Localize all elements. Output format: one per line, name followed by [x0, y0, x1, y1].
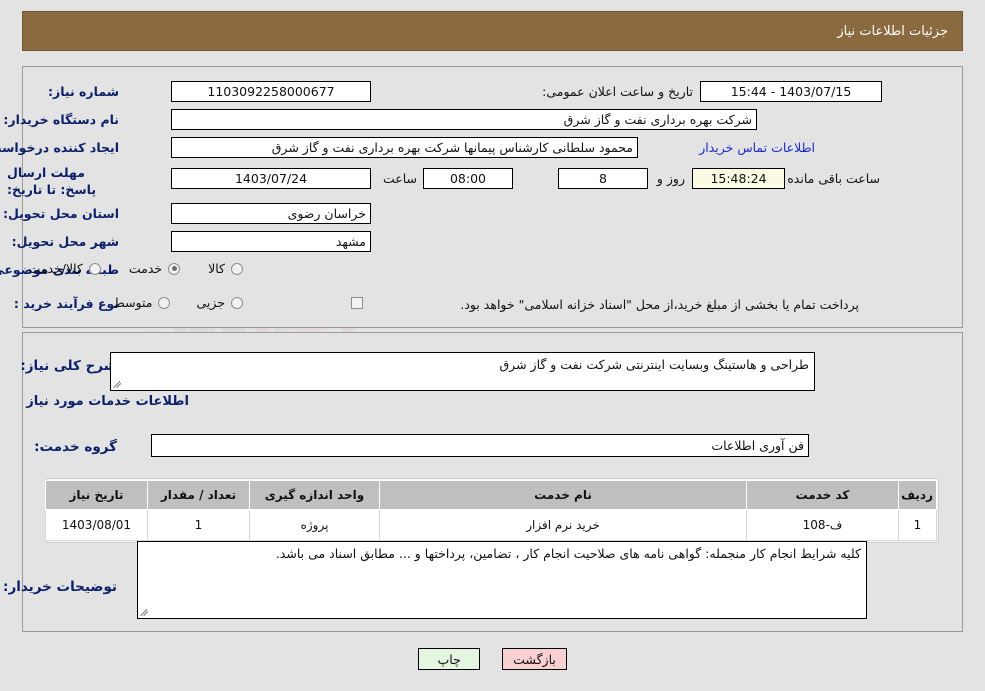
days-unit-label-row: روز و — [657, 171, 685, 186]
category-option-kala-khedmat[interactable]: کالا/خدمت — [28, 261, 101, 276]
resize-grip-icon-notes[interactable] — [140, 607, 150, 617]
radio-khedmat[interactable] — [168, 262, 181, 275]
buyer-contact-link[interactable]: اطلاعات تماس خریدار — [699, 140, 815, 155]
treasury-note-row: پرداخت تمام یا بخشی از مبلغ خرید،از محل … — [460, 297, 859, 312]
announce-datetime-label-row: تاریخ و ساعت اعلان عمومی: — [542, 84, 693, 99]
process-type-label-row: نوع فرآیند خرید : — [14, 296, 119, 313]
treasury-note: پرداخت تمام یا بخشی از مبلغ خرید،از محل … — [460, 297, 859, 312]
general-desc-textarea[interactable]: طراحی و هاستینگ وبسایت اینترنتی شرکت نفت… — [110, 352, 815, 391]
radio-kala-khedmat[interactable] — [88, 262, 101, 275]
process-type-label: نوع فرآیند خرید : — [13, 296, 119, 311]
buyer-notes-value: کلیه شرایط انجام کار منجمله: گواهی نامه … — [275, 546, 861, 561]
deadline-label: مهلت ارسال پاسخ: تا تاریخ: — [7, 165, 97, 197]
time-remaining-label: ساعت باقی مانده — [787, 171, 880, 186]
footer-actions: بازگشت چاپ — [0, 648, 985, 670]
days-unit-label: روز و — [656, 171, 685, 186]
need-number-label-row: شماره نیاز: — [48, 84, 119, 101]
radio-motavaset[interactable] — [158, 296, 171, 309]
service-group-label-row: گروه خدمت: — [34, 438, 117, 456]
category-option-kala-khedmat-label: کالا/خدمت — [28, 261, 83, 276]
need-number-label: شماره نیاز: — [48, 84, 119, 99]
category-option-khedmat[interactable]: خدمت — [128, 261, 181, 276]
table-row: 1 ف-108 خرید نرم افزار پروژه 1 1403/08/0… — [45, 509, 937, 541]
requester-field[interactable]: محمود سلطانی کارشناس پیمانها شرکت بهره ب… — [171, 137, 638, 158]
cell-quantity: 1 — [147, 509, 250, 541]
province-label-row: استان محل تحویل: — [3, 206, 119, 223]
radio-jozee[interactable] — [231, 296, 243, 309]
cell-service-name: خرید نرم افزار — [379, 509, 747, 541]
col-quantity: تعداد / مقدار — [147, 480, 250, 510]
services-section-heading: اطلاعات خدمات مورد نیاز — [26, 394, 189, 409]
print-button[interactable]: چاپ — [418, 648, 481, 670]
buyer-org-label: نام دستگاه خریدار: — [3, 112, 119, 127]
deadline-hour-label-row: ساعت — [383, 171, 417, 186]
process-option-jozee-label: جزیی — [196, 295, 225, 310]
process-option-motavaset-label: متوسط — [113, 295, 153, 310]
city-label: شهر محل تحویل: — [11, 234, 119, 249]
days-remaining-field: 8 — [558, 168, 648, 189]
time-remaining-field: 15:48:24 — [692, 168, 785, 189]
category-option-khedmat-label: خدمت — [128, 261, 163, 276]
buyer-org-field[interactable]: شرکت بهره برداری نفت و گاز شرق — [171, 109, 757, 130]
summary-panel — [22, 66, 963, 328]
col-service-code: کد خدمت — [746, 480, 899, 510]
col-row-no: ردیف — [898, 480, 937, 510]
cell-row-no: 1 — [898, 509, 937, 541]
cell-unit: پروژه — [249, 509, 380, 541]
service-group-label: گروه خدمت: — [34, 439, 117, 455]
city-label-row: شهر محل تحویل: — [12, 234, 119, 251]
deadline-date-field[interactable]: 1403/07/24 — [171, 168, 371, 189]
resize-grip-icon[interactable] — [113, 379, 123, 389]
category-option-kala-label: کالا — [208, 261, 225, 276]
province-field[interactable]: خراسان رضوی — [171, 203, 371, 224]
page-root: riaTender.net جزئیات اطلاعات نیاز شماره … — [0, 0, 985, 691]
general-desc-label-row: شرح کلی نیاز: — [20, 357, 117, 375]
general-desc-value: طراحی و هاستینگ وبسایت اینترنتی شرکت نفت… — [499, 357, 809, 372]
page-title: جزئیات اطلاعات نیاز — [837, 23, 948, 39]
back-button[interactable]: بازگشت — [502, 648, 567, 670]
deadline-hour-label: ساعت — [382, 171, 417, 186]
items-table-header-row: ردیف کد خدمت نام خدمت واحد اندازه گیری ت… — [45, 480, 937, 510]
cell-service-code: ف-108 — [746, 509, 899, 541]
items-table: ردیف کد خدمت نام خدمت واحد اندازه گیری ت… — [45, 480, 937, 541]
general-desc-label: شرح کلی نیاز: — [20, 358, 117, 374]
cell-need-date: 1403/08/01 — [45, 509, 148, 541]
time-remaining-label-row: ساعت باقی مانده — [787, 171, 880, 186]
buyer-notes-label-row: توضیحات خریدار: — [3, 578, 117, 596]
announce-datetime-label: تاریخ و ساعت اعلان عمومی: — [542, 84, 693, 99]
province-label: استان محل تحویل: — [2, 206, 119, 221]
city-field[interactable]: مشهد — [171, 231, 371, 252]
process-option-jozee[interactable]: جزیی — [196, 295, 243, 310]
deadline-hour-field[interactable]: 08:00 — [423, 168, 513, 189]
process-option-motavaset[interactable]: متوسط — [113, 295, 171, 310]
col-need-date: تاریخ نیاز — [45, 480, 148, 510]
process-radio-group: جزیی متوسط — [113, 295, 243, 310]
buyer-notes-textarea[interactable]: کلیه شرایط انجام کار منجمله: گواهی نامه … — [137, 541, 867, 619]
service-group-field[interactable]: فن آوری اطلاعات — [151, 434, 809, 457]
category-option-kala[interactable]: کالا — [208, 261, 243, 276]
col-service-name: نام خدمت — [379, 480, 747, 510]
category-radio-group: کالا خدمت کالا/خدمت — [28, 261, 243, 276]
buyer-notes-label: توضیحات خریدار: — [3, 579, 117, 595]
deadline-label-row: مهلت ارسال پاسخ: تا تاریخ: — [7, 165, 119, 199]
requester-label: ایجاد کننده درخواست: — [0, 140, 119, 155]
radio-kala[interactable] — [231, 262, 243, 275]
page-header: جزئیات اطلاعات نیاز — [22, 11, 963, 51]
buyer-org-label-row: نام دستگاه خریدار: — [3, 112, 119, 129]
requester-label-row: ایجاد کننده درخواست: — [0, 140, 119, 157]
need-number-field[interactable]: 1103092258000677 — [171, 81, 371, 102]
treasury-bond-checkbox[interactable] — [351, 297, 363, 309]
items-table-wrapper: ردیف کد خدمت نام خدمت واحد اندازه گیری ت… — [45, 478, 939, 543]
col-unit: واحد اندازه گیری — [249, 480, 380, 510]
announce-datetime-field[interactable]: 1403/07/15 - 15:44 — [700, 81, 882, 102]
